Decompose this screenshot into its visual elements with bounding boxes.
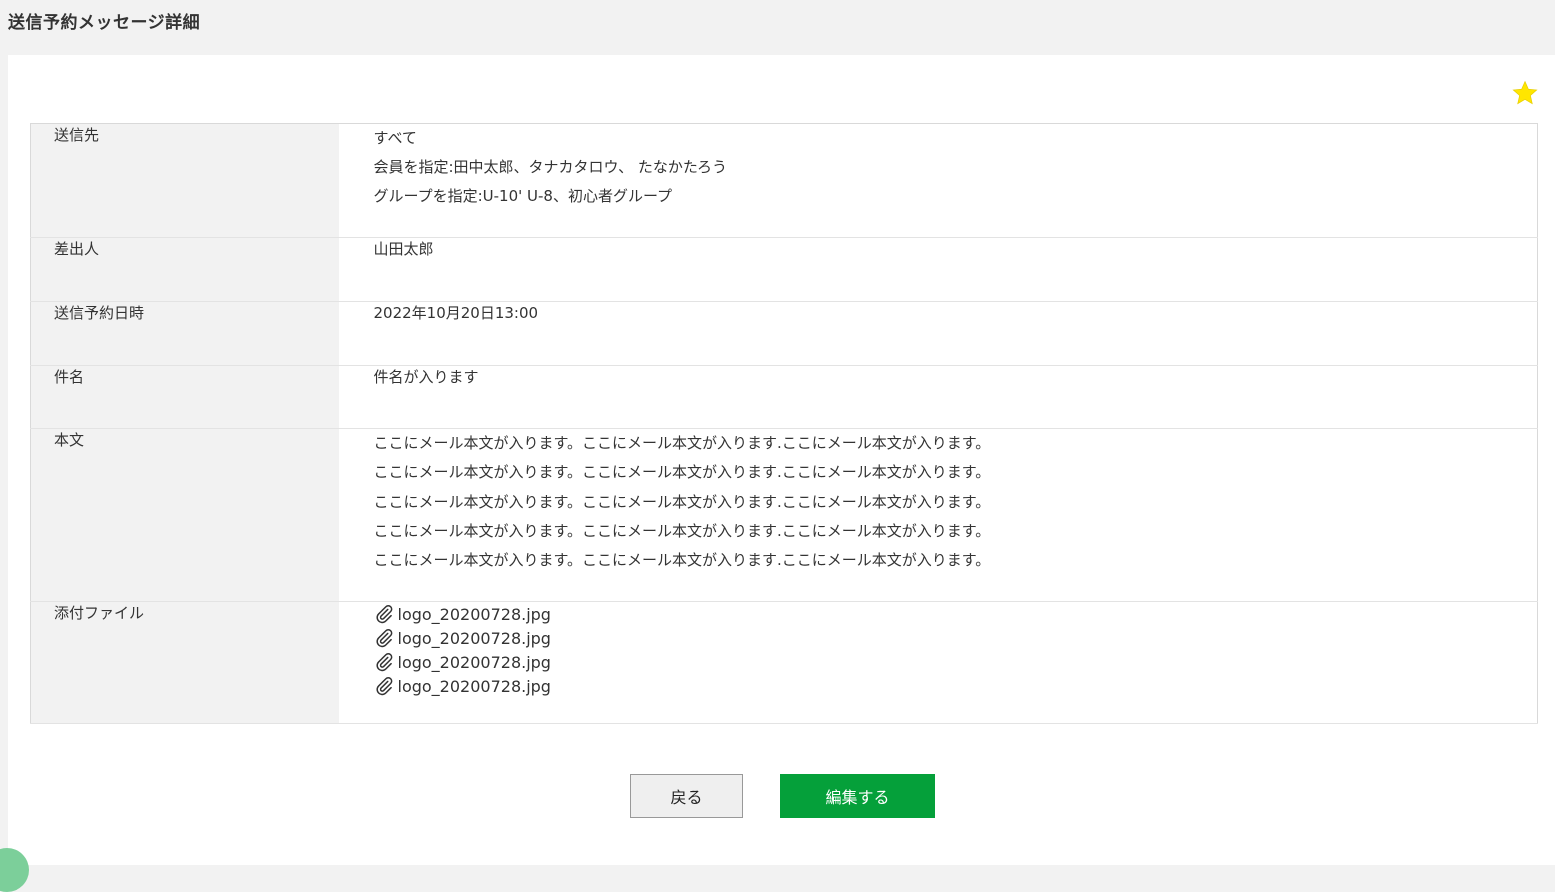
paperclip-icon: [375, 653, 392, 672]
star-icon[interactable]: [1511, 79, 1539, 107]
back-button[interactable]: 戻る: [630, 774, 743, 818]
attachments-label: 添付ファイル: [30, 601, 339, 724]
attachment-link[interactable]: logo_20200728.jpg: [374, 626, 1538, 650]
sender-value: 山田太郎: [338, 237, 1538, 302]
recipients-line: 会員を指定:田中太郎、タナカタロウ、 たなかたろう: [373, 158, 727, 176]
detail-card: 送信先 すべて 会員を指定:田中太郎、タナカタロウ、 たなかたろう グループを指…: [8, 55, 1555, 865]
subject-row: 件名 件名が入ります: [30, 365, 1538, 429]
subject-label: 件名: [30, 365, 339, 429]
attachment-link[interactable]: logo_20200728.jpg: [374, 674, 1538, 698]
attachments-value: logo_20200728.jpg logo_20200728.jpg logo…: [338, 601, 1538, 724]
message-detail-table: 送信先 すべて 会員を指定:田中太郎、タナカタロウ、 たなかたろう グループを指…: [30, 123, 1538, 724]
body-label: 本文: [30, 428, 339, 602]
recipients-line: すべて: [373, 129, 417, 147]
body-line: ここにメール本文が入ります。ここにメール本文が入ります.ここにメール本文が入りま…: [373, 434, 991, 452]
paperclip-icon: [375, 605, 392, 624]
edit-button[interactable]: 編集する: [780, 774, 935, 818]
paperclip-icon: [375, 677, 392, 696]
attachment-filename[interactable]: logo_20200728.jpg: [398, 629, 551, 648]
paperclip-icon: [375, 629, 392, 648]
scheduled-datetime-label: 送信予約日時: [30, 301, 339, 366]
recipients-value: すべて 会員を指定:田中太郎、タナカタロウ、 たなかたろう グループを指定:U-…: [338, 123, 1538, 238]
recipients-line: グループを指定:U-10' U-8、初心者グループ: [373, 187, 673, 205]
body-value: ここにメール本文が入ります。ここにメール本文が入ります.ここにメール本文が入りま…: [338, 428, 1538, 602]
attachment-link[interactable]: logo_20200728.jpg: [374, 650, 1538, 674]
body-line: ここにメール本文が入ります。ここにメール本文が入ります.ここにメール本文が入りま…: [373, 492, 991, 511]
page-title: 送信予約メッセージ詳細: [8, 13, 201, 33]
attachment-filename[interactable]: logo_20200728.jpg: [398, 677, 551, 696]
scheduled-datetime-row: 送信予約日時 2022年10月20日13:00: [30, 301, 1538, 366]
attachment-link[interactable]: logo_20200728.jpg: [374, 602, 1538, 626]
body-line: ここにメール本文が入ります。ここにメール本文が入ります.ここにメール本文が入りま…: [373, 551, 991, 570]
subject-value: 件名が入ります: [338, 365, 1538, 429]
sender-row: 差出人 山田太郎: [30, 237, 1538, 302]
recipients-row: 送信先 すべて 会員を指定:田中太郎、タナカタロウ、 たなかたろう グループを指…: [30, 123, 1538, 238]
body-row: 本文 ここにメール本文が入ります。ここにメール本文が入ります.ここにメール本文が…: [30, 428, 1538, 602]
attachments-row: 添付ファイル logo_20200728.jpg logo_20200728.j…: [30, 601, 1538, 724]
body-line: ここにメール本文が入ります。ここにメール本文が入ります.ここにメール本文が入りま…: [373, 521, 991, 540]
recipients-label: 送信先: [30, 123, 339, 238]
attachment-filename[interactable]: logo_20200728.jpg: [398, 653, 551, 672]
sender-label: 差出人: [30, 237, 339, 302]
attachment-filename[interactable]: logo_20200728.jpg: [398, 605, 551, 624]
scheduled-datetime-value: 2022年10月20日13:00: [338, 301, 1538, 366]
body-line: ここにメール本文が入ります。ここにメール本文が入ります.ここにメール本文が入りま…: [373, 463, 991, 482]
